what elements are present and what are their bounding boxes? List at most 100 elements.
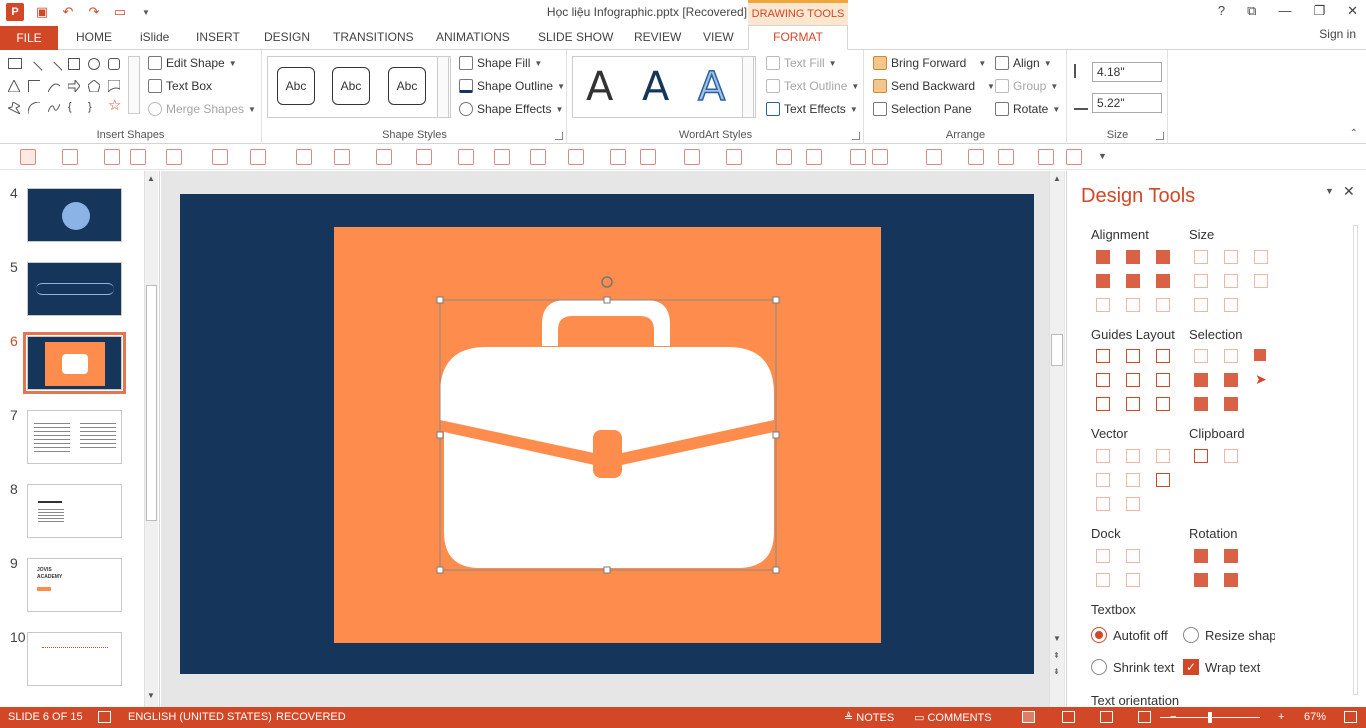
tab-animations[interactable]: ANIMATIONS	[436, 30, 510, 44]
align-middle-icon[interactable]	[1126, 274, 1140, 288]
shape-width-input[interactable]	[1092, 93, 1162, 113]
wordart-gallery-scroll[interactable]	[742, 56, 754, 118]
right-arrow-shape-icon[interactable]	[67, 78, 81, 94]
edit-shape-button[interactable]: Edit Shape ▼	[148, 56, 237, 70]
slide-thumbnail-5[interactable]	[27, 262, 122, 316]
slideshow-view-icon[interactable]	[1138, 711, 1151, 723]
pane-close-icon[interactable]: ✕	[1343, 183, 1355, 200]
crop-image-icon[interactable]	[610, 149, 626, 165]
stretch-width-icon[interactable]	[1194, 274, 1208, 288]
dock-bottom-icon[interactable]	[1126, 573, 1140, 587]
collapse-ribbon-icon[interactable]: ⌃	[1350, 128, 1358, 139]
tab-design[interactable]: DESIGN	[264, 30, 310, 44]
rectangle-shape-icon[interactable]	[68, 58, 80, 70]
star-shape-icon[interactable]: ☆	[108, 98, 121, 113]
shapes-library-icon[interactable]	[1038, 149, 1054, 165]
select-same-outline-icon[interactable]	[1194, 397, 1208, 411]
wordart-style-3[interactable]: A	[697, 63, 726, 111]
zoom-slider-thumb[interactable]	[1208, 712, 1212, 723]
effects-tool-icon[interactable]	[494, 149, 510, 165]
layer-tool-icon[interactable]	[568, 149, 584, 165]
zoom-in-button[interactable]: +	[1278, 711, 1284, 723]
design-pane-scroll-thumb[interactable]	[1353, 225, 1358, 695]
guide-right-icon[interactable]	[1156, 349, 1170, 363]
tab-transitions[interactable]: TRANSITIONS	[333, 30, 414, 44]
guide-left-icon[interactable]	[1096, 349, 1110, 363]
select-similar-icon[interactable]	[1194, 349, 1208, 363]
pentagon-shape-icon[interactable]	[87, 79, 101, 93]
select-same-type-icon[interactable]	[1224, 373, 1238, 387]
same-size-icon[interactable]	[1254, 250, 1268, 264]
autofit-off-radio[interactable]	[1091, 627, 1107, 643]
tab-format[interactable]: FORMAT	[748, 25, 848, 50]
select-same-layer-icon[interactable]	[1224, 397, 1238, 411]
font-color-icon[interactable]	[212, 149, 228, 165]
align-button[interactable]: Align ▼	[995, 56, 1052, 70]
dock-left-icon[interactable]	[1096, 549, 1110, 563]
wordart-styles-dialog-launcher[interactable]	[852, 132, 860, 140]
grid-tool-icon[interactable]	[726, 149, 742, 165]
shape-styles-scroll[interactable]	[437, 56, 449, 118]
dock-top-icon[interactable]	[1096, 573, 1110, 587]
arrow-line-shape-icon[interactable]	[45, 61, 63, 79]
distribute-horizontal-icon[interactable]	[1096, 298, 1110, 312]
wordart-style-1[interactable]: A	[586, 64, 613, 110]
tab-file[interactable]: FILE	[0, 26, 58, 50]
tab-slide-show[interactable]: SLIDE SHOW	[538, 30, 613, 44]
copy-format-icon[interactable]	[1194, 449, 1208, 463]
vector-combine-icon[interactable]	[1126, 449, 1140, 463]
cursor-select-icon[interactable]: ➤	[1255, 371, 1267, 388]
shape-effects-button[interactable]: Shape Effects ▼	[459, 102, 563, 116]
vector-edit-points-icon[interactable]	[1156, 473, 1170, 487]
rotate-button[interactable]: Rotate ▼	[995, 102, 1060, 116]
tab-review[interactable]: REVIEW	[634, 30, 681, 44]
slide-thumbnail-7[interactable]	[27, 410, 122, 464]
design-tools-toggle-icon[interactable]	[20, 149, 36, 165]
shape-style-2[interactable]: Abc	[332, 67, 370, 105]
textbox-tool-icon[interactable]	[104, 149, 120, 165]
slide-thumbnail-9[interactable]: JOVIS ACADEMY	[27, 558, 122, 612]
same-width-icon[interactable]	[1194, 250, 1208, 264]
align-left-icon[interactable]	[1096, 250, 1110, 264]
layout-options-icon[interactable]	[872, 149, 888, 165]
paste-icon[interactable]	[62, 149, 78, 165]
rotate-left-icon[interactable]	[1194, 549, 1208, 563]
text-box-button[interactable]: Text Box	[148, 79, 212, 93]
scroll-down-icon[interactable]: ▼	[1053, 634, 1061, 643]
align-right-icon[interactable]	[1156, 250, 1170, 264]
distribute-grid-icon[interactable]	[1156, 298, 1170, 312]
guide-top-icon[interactable]	[1096, 373, 1110, 387]
table-tool-icon[interactable]	[684, 149, 700, 165]
notes-button[interactable]: ≜ NOTES	[844, 711, 894, 724]
tab-insert[interactable]: INSERT	[196, 30, 240, 44]
flip-vertical-icon[interactable]	[1224, 573, 1238, 587]
align-center-icon[interactable]	[1126, 250, 1140, 264]
fit-right-icon[interactable]	[1224, 298, 1238, 312]
ribbon-display-options-button[interactable]: ⧉	[1247, 3, 1256, 19]
guide-middle-icon[interactable]	[1126, 373, 1140, 387]
size-dialog-launcher[interactable]	[1156, 132, 1164, 140]
vector-fragment-icon[interactable]	[1156, 449, 1170, 463]
rotate-handle-icon[interactable]	[601, 276, 613, 288]
slide-thumbnail-8[interactable]	[27, 484, 122, 538]
canvas-scrollbar[interactable]: ▲ ▼ ⇞ ⇟	[1049, 171, 1064, 707]
refresh-tool-icon[interactable]	[998, 149, 1014, 165]
select-same-size-icon[interactable]	[1224, 349, 1238, 363]
distribute-icon[interactable]	[806, 149, 822, 165]
curved-connector-shape-icon[interactable]	[47, 80, 61, 93]
shape-style-1[interactable]: Abc	[277, 67, 315, 105]
pane-options-icon[interactable]: ▼	[1325, 186, 1334, 196]
guide-fill-icon[interactable]	[1156, 397, 1170, 411]
fit-slide-icon[interactable]	[1344, 711, 1357, 723]
next-slide-icon[interactable]: ⇟	[1053, 667, 1060, 676]
align-top-icon[interactable]	[1096, 274, 1110, 288]
magic-wand-icon[interactable]	[1254, 349, 1266, 361]
eyedropper-icon[interactable]	[250, 149, 266, 165]
flowchart-shape-icon[interactable]	[107, 79, 121, 94]
guide-center-icon[interactable]	[1126, 349, 1140, 363]
add-picture-icon[interactable]	[926, 149, 942, 165]
distribute-vertical-icon[interactable]	[1126, 298, 1140, 312]
minimize-button[interactable]: —	[1278, 3, 1291, 19]
vector-union-icon[interactable]	[1096, 449, 1110, 463]
reading-view-icon[interactable]	[1100, 711, 1113, 723]
